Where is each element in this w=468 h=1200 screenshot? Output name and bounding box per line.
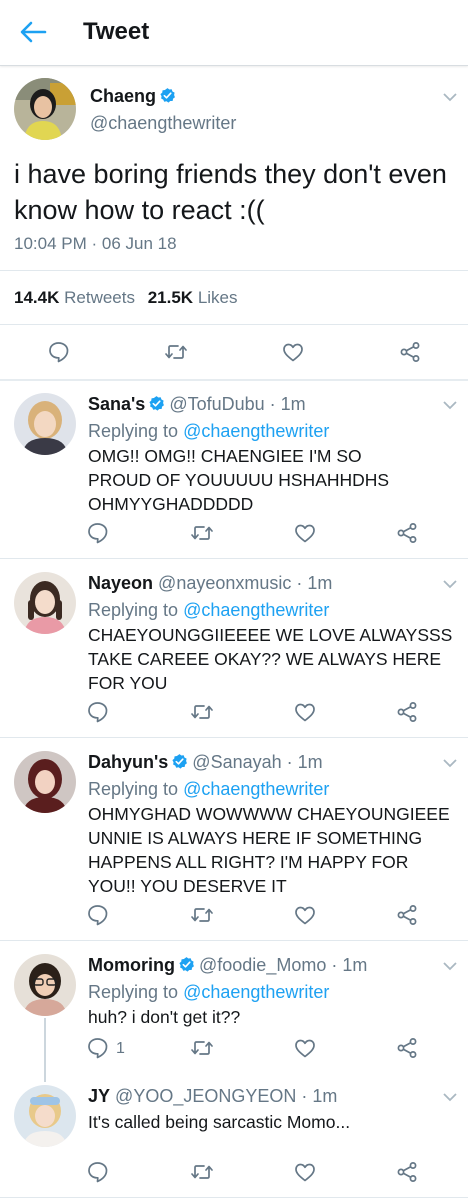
avatar[interactable] [14, 751, 76, 813]
avatar[interactable] [14, 954, 76, 1016]
reply-name-row: Sana's @TofuDubu · 1m [88, 394, 306, 415]
chevron-down-icon[interactable] [441, 959, 459, 971]
heart-icon[interactable] [293, 903, 317, 927]
tweet-text: i have boring friends they don't even kn… [14, 159, 447, 225]
reply-text: OMG!! OMG!! CHAENGIEE I'M SO PROUD OF YO… [88, 446, 390, 514]
back-arrow-icon[interactable] [18, 20, 48, 44]
reply-author-handle[interactable]: @nayeonxmusic · 1m [158, 573, 332, 593]
retweet-icon[interactable] [190, 903, 214, 927]
likes-label[interactable]: Likes [198, 288, 238, 307]
divider [0, 324, 468, 325]
reply-icon[interactable] [86, 700, 110, 724]
reply-text: OHMYGHAD WOWWWW CHAEYOUNGIEEE UNNIE IS A… [88, 804, 450, 896]
top-bar: Tweet [0, 0, 468, 66]
tweet-timestamp[interactable]: 10:04 PM · 06 Jun 18 [14, 234, 177, 254]
share-icon[interactable] [395, 1036, 419, 1060]
reply-icon[interactable] [47, 340, 71, 364]
reply-name-row: Momoring @foodie_Momo · 1m [88, 955, 367, 976]
reply-text: huh? i don't get it?? [88, 1007, 241, 1027]
author-name[interactable]: Chaeng [90, 86, 156, 106]
divider [0, 558, 468, 559]
divider [0, 737, 468, 738]
retweet-icon[interactable] [164, 340, 188, 364]
reply-name-row: Nayeon @nayeonxmusic · 1m [88, 573, 332, 594]
engagement-stats: 14.4K Retweets 21.5K Likes [14, 288, 238, 308]
reply-text: CHAEYOUNGGIIEEEE WE LOVE ALWAYSSS TAKE C… [88, 625, 453, 693]
heart-icon[interactable] [293, 521, 317, 545]
verified-badge-icon [179, 957, 194, 972]
reply-text: It's called being sarcastic Momo... [88, 1112, 351, 1132]
verified-badge-icon [172, 754, 188, 769]
reply-author-name[interactable]: Dahyun's [88, 752, 168, 772]
share-icon[interactable] [395, 700, 419, 724]
replying-to-label: Replying to [88, 779, 179, 799]
chevron-down-icon[interactable] [441, 1090, 459, 1102]
share-icon[interactable] [395, 1160, 419, 1184]
reply-author-handle[interactable]: @YOO_JEONGYEON · 1m [115, 1086, 337, 1106]
reply-author-name[interactable]: Momoring [88, 955, 175, 975]
reply-author-handle[interactable]: @TofuDubu · 1m [169, 394, 305, 414]
retweet-icon[interactable] [190, 521, 214, 545]
verified-badge-icon [149, 396, 165, 411]
avatar[interactable] [14, 572, 76, 634]
reply-author-handle[interactable]: @foodie_Momo · 1m [199, 955, 367, 975]
author-name-row: Chaeng [90, 86, 180, 107]
avatar[interactable] [14, 78, 76, 140]
retweet-icon[interactable] [190, 1036, 214, 1060]
reply-icon[interactable] [86, 1160, 110, 1184]
heart-icon[interactable] [293, 700, 317, 724]
replying-to-mention[interactable]: @chaengthewriter [183, 779, 329, 799]
replying-to-line: Replying to @chaengthewriter [88, 421, 329, 442]
share-icon[interactable] [395, 903, 419, 927]
reply-author-name[interactable]: Sana's [88, 394, 145, 414]
thread-connector-line [44, 1018, 46, 1082]
replying-to-line: Replying to @chaengthewriter [88, 779, 329, 800]
heart-icon[interactable] [293, 1036, 317, 1060]
chevron-down-icon[interactable] [441, 398, 459, 410]
divider [0, 940, 468, 941]
replying-to-label: Replying to [88, 600, 179, 620]
share-icon[interactable] [398, 340, 422, 364]
reply-icon[interactable] [86, 521, 110, 545]
replying-to-label: Replying to [88, 421, 179, 441]
chevron-down-icon[interactable] [441, 756, 459, 768]
replying-to-mention[interactable]: @chaengthewriter [183, 600, 329, 620]
share-icon[interactable] [395, 521, 419, 545]
retweets-label[interactable]: Retweets [64, 288, 135, 307]
chevron-down-icon[interactable] [441, 577, 459, 589]
retweet-icon[interactable] [190, 700, 214, 724]
reply-name-row: Dahyun's @Sanayah · 1m [88, 752, 323, 773]
avatar[interactable] [14, 1085, 76, 1147]
replying-to-mention[interactable]: @chaengthewriter [183, 421, 329, 441]
reply-author-name[interactable]: Nayeon [88, 573, 153, 593]
divider [0, 1197, 468, 1198]
page-title: Tweet [83, 18, 150, 45]
reply-count[interactable]: 1 [116, 1040, 125, 1058]
retweets-count[interactable]: 14.4K [14, 288, 59, 307]
reply-icon[interactable] [86, 903, 110, 927]
retweet-icon[interactable] [190, 1160, 214, 1184]
heart-icon[interactable] [281, 340, 305, 364]
divider [0, 379, 468, 381]
replying-to-line: Replying to @chaengthewriter [88, 982, 329, 1003]
replying-to-mention[interactable]: @chaengthewriter [183, 982, 329, 1002]
chevron-down-icon[interactable] [441, 90, 459, 102]
author-handle[interactable]: @chaengthewriter [90, 113, 236, 134]
reply-icon[interactable] [86, 1036, 110, 1060]
likes-count[interactable]: 21.5K [148, 288, 193, 307]
avatar[interactable] [14, 393, 76, 455]
verified-badge-icon [160, 88, 175, 103]
heart-icon[interactable] [293, 1160, 317, 1184]
divider [0, 270, 468, 271]
reply-name-row: JY @YOO_JEONGYEON · 1m [88, 1086, 337, 1107]
replying-to-label: Replying to [88, 982, 179, 1002]
replying-to-line: Replying to @chaengthewriter [88, 600, 329, 621]
reply-author-handle[interactable]: @Sanayah · 1m [192, 752, 322, 772]
reply-author-name[interactable]: JY [88, 1086, 110, 1106]
